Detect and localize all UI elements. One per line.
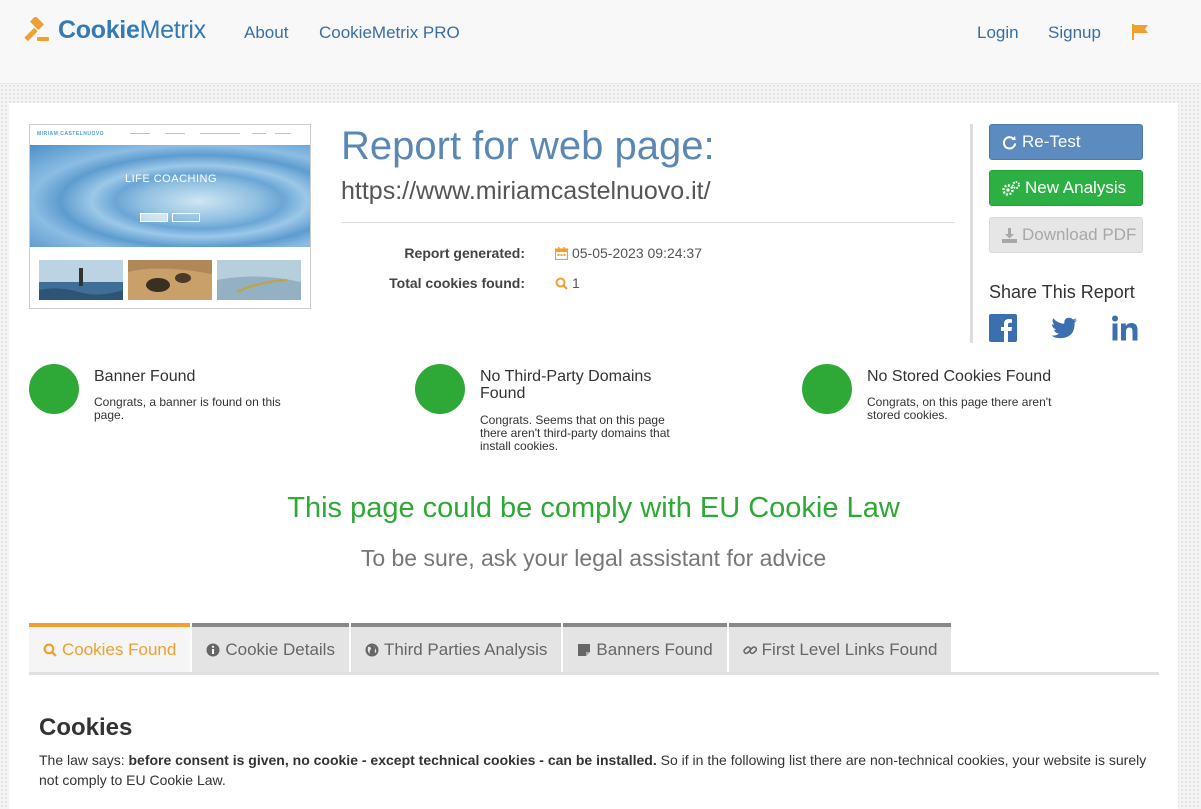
- tab-label: Cookie Details: [225, 640, 335, 659]
- stored-cookies-title: No Stored Cookies Found: [867, 368, 1052, 385]
- nav-signup-link[interactable]: Signup: [1048, 23, 1101, 43]
- tab-label: Third Parties Analysis: [383, 640, 548, 659]
- nav-about-link[interactable]: About: [244, 23, 288, 43]
- cookie-law-text: The law says: before consent is given, n…: [39, 752, 1147, 788]
- tab-cookie-details[interactable]: Cookie Details: [192, 623, 349, 673]
- total-cookies-count: 1: [572, 275, 580, 291]
- share-title: Share This Report: [989, 282, 1135, 302]
- refresh-icon: [1002, 135, 1017, 149]
- tab-first-level-links[interactable]: First Level Links Found: [728, 623, 952, 673]
- download-pdf-label: Download PDF: [1022, 225, 1137, 244]
- tab-label: Cookies Found: [62, 640, 177, 659]
- compliance-verdict: This page could be comply with EU Cookie…: [287, 492, 900, 524]
- total-cookies-label: Total cookies found:: [389, 275, 525, 291]
- report-tabs: Cookies Found Cookie Details Third Parti…: [29, 623, 953, 673]
- title-divider: [341, 222, 955, 223]
- top-navbar: CookieMetrix About CookieMetrix PRO Logi…: [0, 0, 1201, 84]
- stored-cookies-status-icon: [802, 364, 852, 414]
- banner-found-status-icon: [29, 364, 79, 414]
- report-generated-value: 05-05-2023 09:24:37: [555, 245, 702, 261]
- tab-cookies-found[interactable]: Cookies Found: [29, 623, 191, 673]
- retest-label: Re-Test: [1022, 132, 1081, 151]
- brand-logo[interactable]: CookieMetrix: [22, 16, 206, 45]
- tab-label: First Level Links Found: [761, 640, 938, 659]
- brand-name: CookieMetrix: [58, 16, 206, 44]
- link-icon: [742, 646, 757, 655]
- tab-banners-found[interactable]: Banners Found: [563, 623, 727, 673]
- banner-found-text: Congrats, a banner is found on this page…: [94, 395, 281, 422]
- thumbnail-hero-image: LIFE COACHING: [30, 145, 310, 247]
- nav-login-link[interactable]: Login: [977, 23, 1019, 43]
- thumbnail-hero-button: [140, 213, 168, 222]
- new-analysis-button[interactable]: New Analysis: [989, 170, 1143, 206]
- download-icon: [1002, 227, 1017, 243]
- note-icon: [578, 644, 591, 656]
- banner-found-title: Banner Found: [94, 368, 196, 385]
- globe-icon: [365, 643, 379, 657]
- report-url: https://www.miriamcastelnuovo.it/: [341, 177, 711, 205]
- tabs-divider: [29, 672, 1159, 675]
- download-pdf-button[interactable]: Download PDF: [989, 217, 1143, 253]
- page-screenshot-thumbnail: MIRIAM CASTELNUOVO LIFE COACHING: [29, 124, 311, 309]
- thumbnail-menu-item: [275, 133, 291, 134]
- new-analysis-label: New Analysis: [1025, 178, 1127, 197]
- actions-divider: [970, 124, 973, 343]
- report-panel: MIRIAM CASTELNUOVO LIFE COACHING Report …: [9, 103, 1178, 809]
- gavel-icon: [24, 16, 49, 41]
- tab-third-parties-analysis[interactable]: Third Parties Analysis: [350, 623, 562, 673]
- flag-icon[interactable]: [1131, 24, 1149, 40]
- thumbnail-shore-image: [217, 260, 301, 300]
- thumbnail-menu-item: [252, 133, 266, 134]
- report-generated-date: 05-05-2023 09:24:37: [572, 245, 702, 261]
- report-title: Report for web page:: [341, 124, 715, 168]
- thumbnail-hero-button: [172, 213, 200, 222]
- thumbnail-menu-item: [200, 133, 240, 134]
- cookies-section-title: Cookies: [39, 714, 133, 741]
- total-cookies-value: 1: [555, 275, 580, 291]
- thumbnail-menu-item: [130, 133, 150, 134]
- third-party-title: No Third-Party Domains Found: [480, 368, 652, 402]
- third-party-status-icon: [415, 364, 465, 414]
- info-icon: [206, 643, 220, 657]
- thumbnail-site-logo: MIRIAM CASTELNUOVO: [37, 131, 105, 137]
- search-icon: [555, 277, 568, 290]
- twitter-icon[interactable]: [1050, 314, 1078, 342]
- tab-label: Banners Found: [596, 640, 713, 659]
- thumbnail-lighthouse-image: [39, 260, 123, 300]
- facebook-icon[interactable]: [989, 314, 1017, 342]
- legal-advice-note: To be sure, ask your legal assistant for…: [360, 545, 827, 571]
- linkedin-icon[interactable]: [1111, 314, 1139, 342]
- calendar-icon: [555, 246, 568, 260]
- gears-icon: [1002, 180, 1020, 196]
- third-party-text: Congrats. Seems that on this page there …: [480, 413, 670, 453]
- stored-cookies-text: Congrats, on this page there aren't stor…: [867, 395, 1052, 422]
- thumbnail-sand-image: [128, 260, 212, 300]
- report-generated-label: Report generated:: [404, 245, 525, 261]
- thumbnail-menu-item: [165, 133, 185, 134]
- thumbnail-hero-text: LIFE COACHING: [124, 173, 218, 185]
- thumbnail-header: MIRIAM CASTELNUOVO: [30, 125, 310, 145]
- search-icon: [43, 643, 57, 657]
- nav-pro-link[interactable]: CookieMetrix PRO: [319, 23, 460, 43]
- retest-button[interactable]: Re-Test: [989, 124, 1143, 160]
